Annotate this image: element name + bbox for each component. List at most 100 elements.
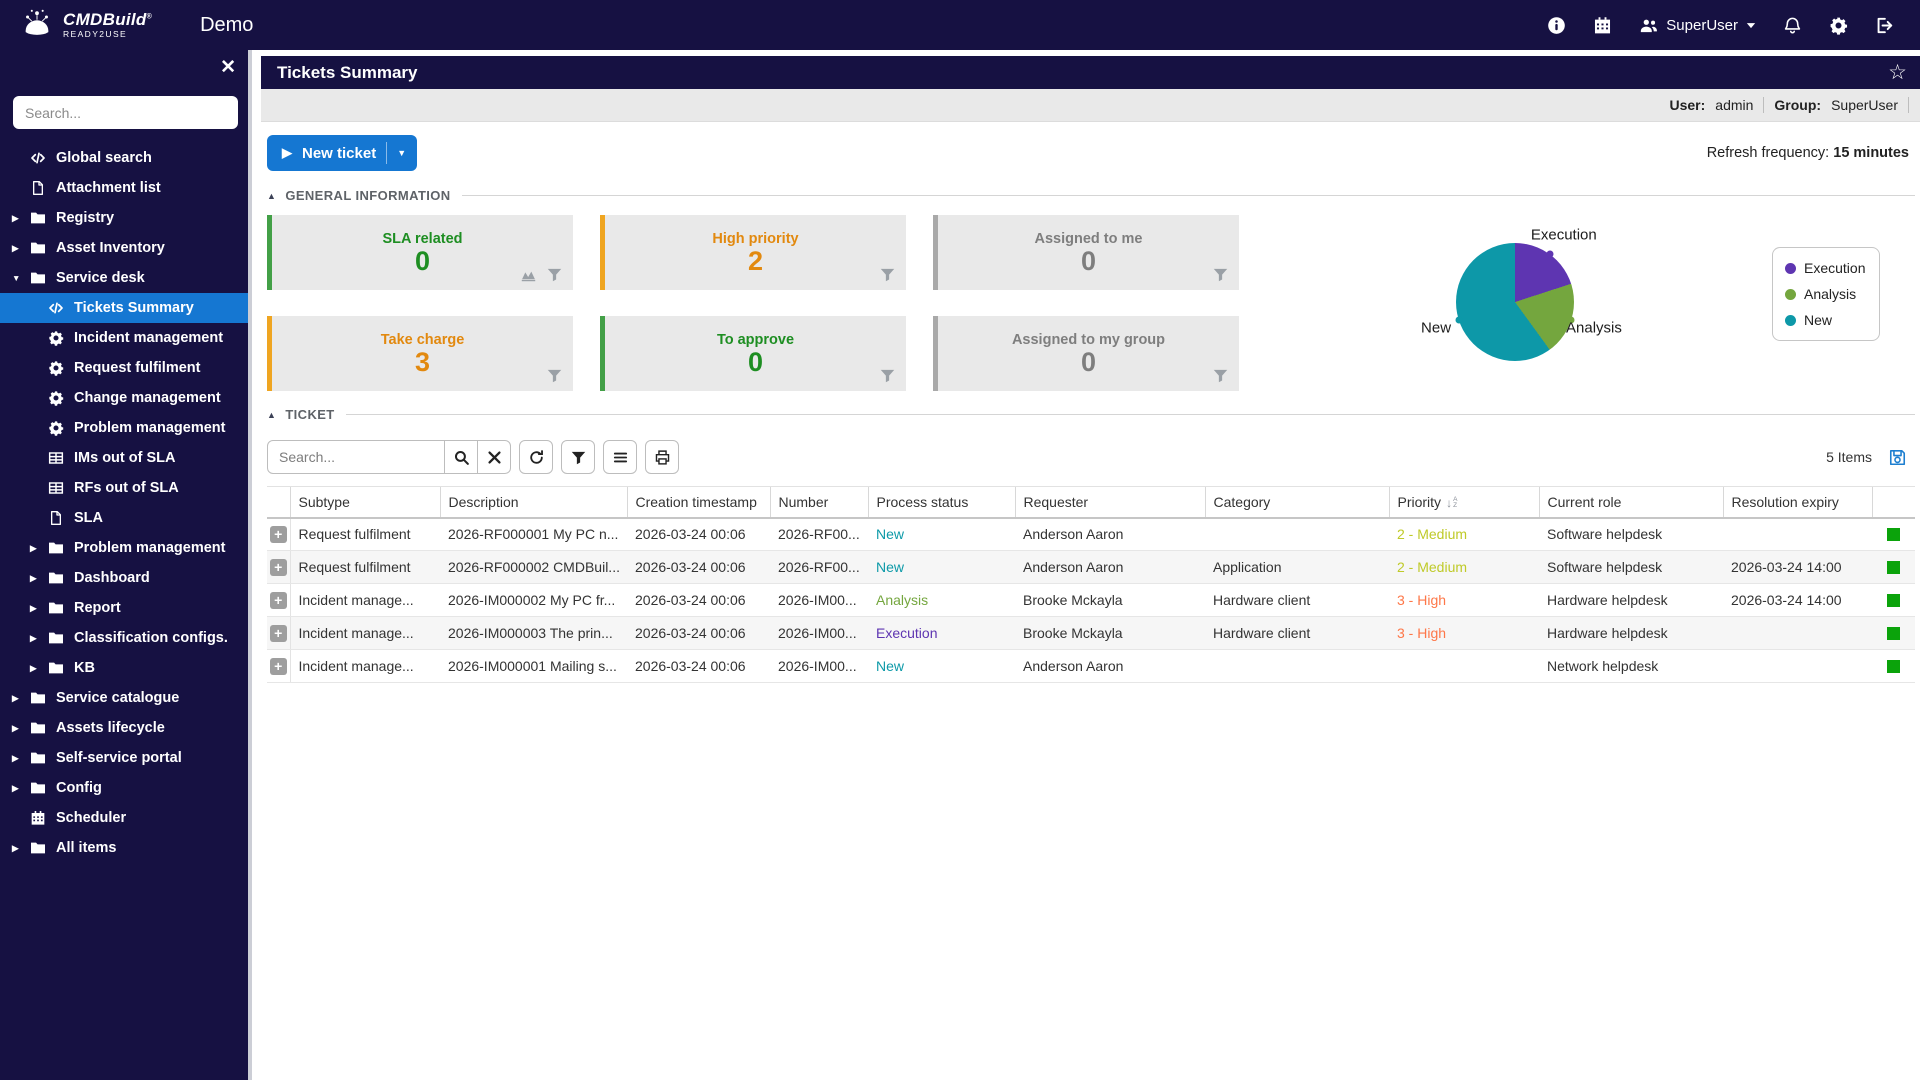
filter-icon[interactable] bbox=[879, 266, 896, 283]
calendar-button[interactable] bbox=[1593, 16, 1612, 35]
chevron-right-icon[interactable]: ▶ bbox=[12, 783, 24, 794]
chevron-down-icon[interactable]: ▼ bbox=[12, 273, 24, 283]
new-ticket-button[interactable]: ▶ New ticket ▼ bbox=[267, 135, 418, 171]
filter-icon[interactable] bbox=[1212, 367, 1229, 384]
sidebar-item-self-service-portal[interactable]: ▶ Self-service portal bbox=[0, 743, 252, 773]
chevron-right-icon[interactable]: ▶ bbox=[30, 663, 42, 674]
sidebar-close-button[interactable]: ✕ bbox=[220, 58, 236, 77]
sidebar-item-assets-lifecycle[interactable]: ▶ Assets lifecycle bbox=[0, 713, 252, 743]
chart-icon[interactable] bbox=[520, 266, 537, 283]
ticket-search-input[interactable] bbox=[267, 440, 445, 474]
chevron-right-icon[interactable]: ▶ bbox=[30, 573, 42, 584]
sidebar-item-report[interactable]: ▶ Report bbox=[0, 593, 252, 623]
filter-icon[interactable] bbox=[546, 266, 563, 283]
sidebar-item-all-items[interactable]: ▶ All items bbox=[0, 833, 252, 863]
column-header-resolution-expiry[interactable]: Resolution expiry bbox=[1722, 486, 1872, 519]
sidebar-item-sla[interactable]: SLA bbox=[0, 503, 252, 533]
kpi-card-to-approve[interactable]: To approve 0 bbox=[600, 316, 906, 391]
legend-item-new[interactable]: New bbox=[1785, 312, 1867, 328]
sidebar-item-kb[interactable]: ▶ KB bbox=[0, 653, 252, 683]
column-header-process-status[interactable]: Process status bbox=[867, 486, 1015, 519]
print-button[interactable] bbox=[645, 440, 679, 474]
column-header-number[interactable]: Number bbox=[769, 486, 868, 519]
filter-icon[interactable] bbox=[879, 367, 896, 384]
chevron-right-icon[interactable]: ▶ bbox=[12, 723, 24, 734]
ticket-section-header[interactable]: ▲ TICKET bbox=[267, 407, 1915, 422]
table-row[interactable]: + Request fulfilment 2026-RF000002 CMDBuil… bbox=[267, 550, 1915, 584]
kpi-card-assigned-to-my-group[interactable]: Assigned to my group 0 bbox=[933, 316, 1239, 391]
column-header-current-role[interactable]: Current role bbox=[1538, 486, 1723, 519]
clear-search-button[interactable] bbox=[477, 440, 511, 474]
chevron-down-icon[interactable]: ▼ bbox=[397, 148, 406, 158]
sidebar-item-problem-management[interactable]: Problem management bbox=[0, 413, 252, 443]
menu-button[interactable] bbox=[603, 440, 637, 474]
sidebar-item-registry[interactable]: ▶ Registry bbox=[0, 203, 252, 233]
sidebar-item-dashboard[interactable]: ▶ Dashboard bbox=[0, 563, 252, 593]
sidebar-search-input[interactable] bbox=[13, 96, 238, 129]
column-header-subtype[interactable]: Subtype bbox=[289, 486, 440, 519]
info-button[interactable] bbox=[1547, 16, 1566, 35]
collapse-icon[interactable]: ▲ bbox=[267, 410, 276, 420]
sidebar-item-config[interactable]: ▶ Config bbox=[0, 773, 252, 803]
sidebar-item-change-management[interactable]: Change management bbox=[0, 383, 252, 413]
sidebar-item-problem-management[interactable]: ▶ Problem management bbox=[0, 533, 252, 563]
sidebar-item-service-desk[interactable]: ▼ Service desk bbox=[0, 263, 252, 293]
general-information-section-header[interactable]: ▲ GENERAL INFORMATION bbox=[267, 188, 1915, 203]
user-menu[interactable]: SuperUser bbox=[1639, 16, 1756, 35]
kpi-cards-grid: SLA related 0 High priority 2 Assigned to me… bbox=[267, 215, 1239, 391]
sidebar-item-asset-inventory[interactable]: ▶ Asset Inventory bbox=[0, 233, 252, 263]
chevron-right-icon[interactable]: ▶ bbox=[12, 753, 24, 764]
column-header-category[interactable]: Category bbox=[1204, 486, 1389, 519]
cmdbuild-logo[interactable]: CMDBuild® READY2USE bbox=[20, 8, 152, 42]
table-row[interactable]: + Incident manage... 2026-IM000002 My PC f… bbox=[267, 583, 1915, 617]
column-header-priority[interactable]: Priority ↓ A Z bbox=[1388, 486, 1539, 519]
expand-row-button[interactable]: + bbox=[269, 525, 287, 543]
chevron-right-icon[interactable]: ▶ bbox=[30, 633, 42, 644]
table-row[interactable]: + Request fulfilment 2026-RF000001 My PC n… bbox=[267, 517, 1915, 551]
column-header-description[interactable]: Description bbox=[439, 486, 627, 519]
expand-row-button[interactable]: + bbox=[269, 591, 287, 609]
kpi-card-sla-related[interactable]: SLA related 0 bbox=[267, 215, 573, 290]
table-row[interactable]: + Incident manage... 2026-IM000003 The pri… bbox=[267, 616, 1915, 650]
legend-item-execution[interactable]: Execution bbox=[1785, 260, 1867, 276]
expand-row-button[interactable]: + bbox=[269, 657, 287, 675]
expand-row-button[interactable]: + bbox=[269, 624, 287, 642]
pie-chart[interactable] bbox=[1456, 243, 1574, 361]
sidebar-item-global-search[interactable]: Global search bbox=[0, 143, 252, 173]
sidebar-item-incident-management[interactable]: Incident management bbox=[0, 323, 252, 353]
column-header-requester[interactable]: Requester bbox=[1014, 486, 1205, 519]
sign-out-button[interactable] bbox=[1875, 16, 1894, 35]
search-button[interactable] bbox=[444, 440, 478, 474]
expand-row-button[interactable]: + bbox=[269, 558, 287, 576]
legend-item-analysis[interactable]: Analysis bbox=[1785, 286, 1867, 302]
chevron-right-icon[interactable]: ▶ bbox=[12, 213, 24, 224]
table-row[interactable]: + Incident manage... 2026-IM000001 Mailing… bbox=[267, 649, 1915, 683]
chevron-right-icon[interactable]: ▶ bbox=[30, 543, 42, 554]
column-header-creation-timestamp[interactable]: Creation timestamp bbox=[626, 486, 770, 519]
chevron-right-icon[interactable]: ▶ bbox=[12, 693, 24, 704]
reload-button[interactable] bbox=[519, 440, 553, 474]
sidebar-item-ims-out-of-sla[interactable]: IMs out of SLA bbox=[0, 443, 252, 473]
collapse-icon[interactable]: ▲ bbox=[267, 191, 276, 201]
save-icon[interactable] bbox=[1888, 448, 1907, 467]
sidebar-item-classification-configs[interactable]: ▶ Classification configs. bbox=[0, 623, 252, 653]
chevron-right-icon[interactable]: ▶ bbox=[12, 843, 24, 854]
gear-button[interactable] bbox=[1829, 16, 1848, 35]
bell-button[interactable] bbox=[1783, 16, 1802, 35]
chevron-right-icon[interactable]: ▶ bbox=[12, 243, 24, 254]
sidebar-item-tickets-summary[interactable]: Tickets Summary bbox=[0, 293, 252, 323]
sidebar-item-scheduler[interactable]: Scheduler bbox=[0, 803, 252, 833]
filter-icon[interactable] bbox=[1212, 266, 1229, 283]
sidebar-item-rfs-out-of-sla[interactable]: RFs out of SLA bbox=[0, 473, 252, 503]
sidebar-item-service-catalogue[interactable]: ▶ Service catalogue bbox=[0, 683, 252, 713]
filter-icon[interactable] bbox=[546, 367, 563, 384]
sidebar-item-attachment-list[interactable]: Attachment list bbox=[0, 173, 252, 203]
chevron-right-icon[interactable]: ▶ bbox=[30, 603, 42, 614]
sidebar-scrollbar[interactable] bbox=[248, 50, 252, 1080]
kpi-card-assigned-to-me[interactable]: Assigned to me 0 bbox=[933, 215, 1239, 290]
kpi-card-take-charge[interactable]: Take charge 3 bbox=[267, 316, 573, 391]
sidebar-item-request-fulfilment[interactable]: Request fulfilment bbox=[0, 353, 252, 383]
favorite-star-icon[interactable]: ☆ bbox=[1888, 60, 1907, 85]
kpi-card-high-priority[interactable]: High priority 2 bbox=[600, 215, 906, 290]
filter-button[interactable] bbox=[561, 440, 595, 474]
